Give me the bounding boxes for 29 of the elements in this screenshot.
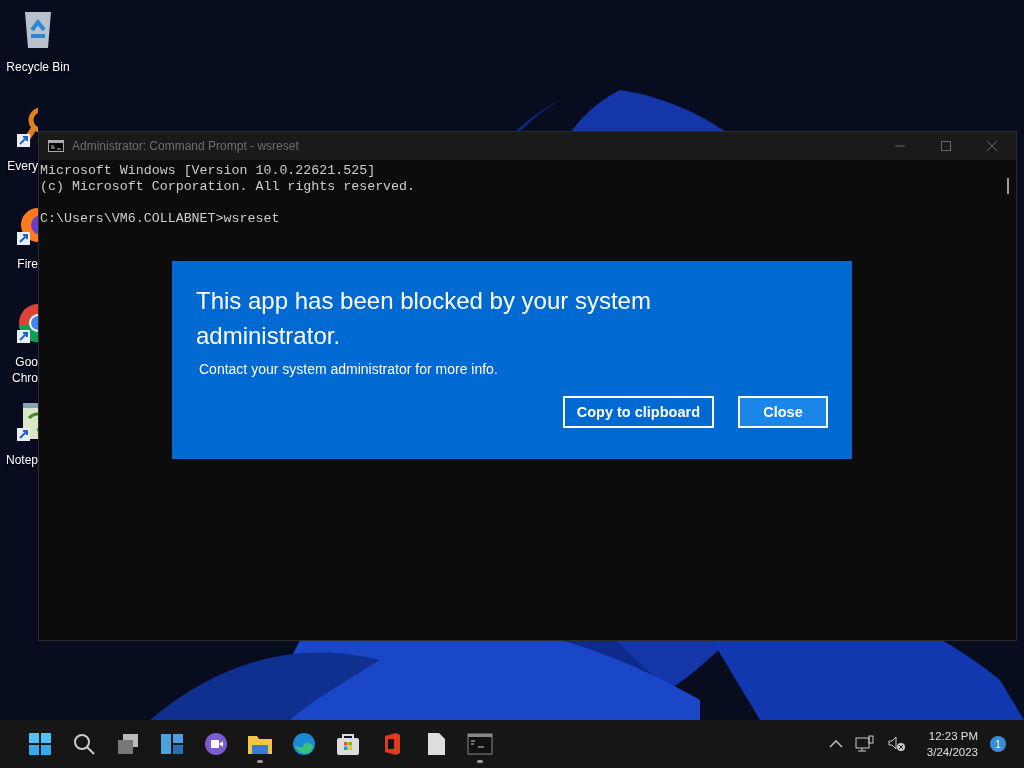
video-chat-icon[interactable] <box>202 730 230 758</box>
terminal-icon[interactable] <box>466 730 494 758</box>
console-output-line: Microsoft Windows [Version 10.0.22621.525] <box>40 163 376 179</box>
icon-label: Every <box>6 158 38 174</box>
running-indicator <box>257 760 263 763</box>
maximize-icon[interactable] <box>940 140 952 152</box>
running-indicator <box>477 760 483 763</box>
copy-button[interactable]: Copy to clipboard <box>562 396 714 428</box>
speaker-muted-icon[interactable] <box>886 735 907 753</box>
icon-label: Fire <box>16 256 38 272</box>
close-icon[interactable] <box>986 140 998 152</box>
edge-icon[interactable] <box>290 730 318 758</box>
icon-label: Notep <box>4 452 38 468</box>
clock-date[interactable]: 3/24/2023 <box>926 744 978 760</box>
console-app-icon <box>48 140 64 152</box>
chevron-up-icon[interactable] <box>828 739 843 749</box>
console-output-line: (c) Microsoft Corporation. All rights reserved. <box>40 179 416 195</box>
clock-time[interactable]: 12:23 PM <box>928 728 978 744</box>
start-icon[interactable] <box>26 730 54 758</box>
close-button[interactable]: Close <box>738 396 828 428</box>
notification-badge[interactable]: 1 <box>990 736 1006 752</box>
scrollbar-thumb[interactable] <box>1007 178 1009 194</box>
icon-label: Goo Chro <box>11 354 38 386</box>
dialog-message: Contact your system administrator for more info. <box>198 361 499 377</box>
dialog-title: This app has been blocked by your system administrator. <box>196 286 652 351</box>
command-prompt-line: C:\Users\VM6.COLLABNET>wsreset <box>40 211 280 227</box>
icon-label: Recycle Bin <box>6 60 70 74</box>
window-title: Administrator: Command Prompt - wsreset <box>72 139 300 153</box>
network-icon[interactable] <box>854 735 875 753</box>
